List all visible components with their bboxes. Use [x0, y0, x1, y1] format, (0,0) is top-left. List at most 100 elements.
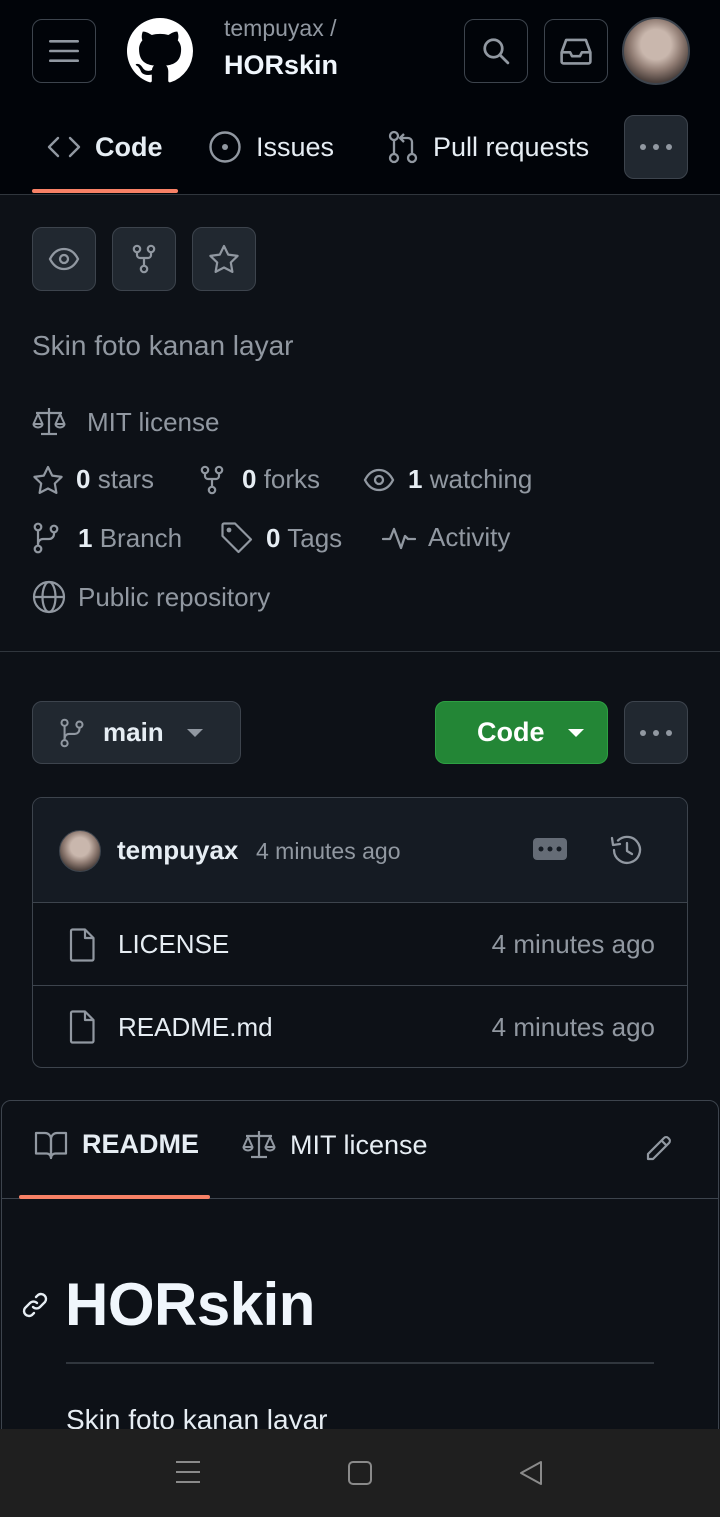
readme-heading: HORskin	[65, 1271, 315, 1338]
pencil-icon	[646, 1136, 671, 1161]
star-button[interactable]	[192, 227, 256, 291]
readme-tabs: README MIT license	[2, 1101, 718, 1199]
heading-rule	[66, 1362, 654, 1364]
repo-owner-link[interactable]: tempuyax /	[224, 15, 337, 42]
watching-label: watching	[429, 464, 533, 494]
git-pull-request-icon	[388, 130, 418, 164]
visibility-label: Public repository	[78, 581, 271, 612]
latest-commit-row: tempuyax 4 minutes ago	[33, 798, 687, 903]
ellipsis-icon	[538, 846, 562, 852]
forks-label: forks	[263, 464, 321, 494]
home-square-icon	[348, 1461, 372, 1485]
license-label: MIT license	[87, 406, 220, 437]
tab-readme-label: README	[82, 1129, 200, 1159]
visibility-info: Public repository	[32, 580, 270, 614]
menu-button[interactable]	[32, 19, 96, 83]
repo-forked-icon	[132, 244, 156, 274]
book-icon	[34, 1131, 68, 1159]
system-navigation-bar	[0, 1429, 720, 1517]
code-icon	[47, 136, 81, 158]
file-browser: tempuyax 4 minutes ago LICENSE 4 minutes…	[32, 797, 688, 1068]
file-row[interactable]: LICENSE 4 minutes ago	[33, 904, 687, 986]
active-tab-indicator	[32, 189, 178, 193]
tab-code[interactable]: Code	[47, 114, 163, 180]
recents-icon	[176, 1461, 200, 1483]
commit-message-toggle[interactable]	[533, 838, 567, 860]
user-avatar[interactable]	[622, 17, 690, 85]
file-time: 4 minutes ago	[491, 929, 655, 959]
fork-button[interactable]	[112, 227, 176, 291]
kebab-horizontal-icon	[640, 729, 672, 736]
home-button[interactable]	[347, 1460, 373, 1486]
repo-name-link[interactable]: HORskin	[224, 50, 338, 81]
recents-button[interactable]	[175, 1459, 201, 1485]
code-dropdown-button[interactable]: Code	[435, 701, 608, 764]
file-name[interactable]: README.md	[118, 1012, 273, 1043]
link-icon	[22, 1292, 48, 1318]
tab-issues-label: Issues	[256, 131, 335, 162]
kebab-horizontal-icon	[640, 144, 672, 150]
file-name[interactable]: LICENSE	[118, 929, 229, 960]
eye-icon	[363, 468, 395, 491]
tags-count: 0	[266, 522, 281, 553]
tab-license-label: MIT license	[290, 1129, 428, 1160]
tab-code-label: Code	[95, 131, 163, 162]
pulse-icon	[382, 527, 416, 549]
code-button-label: Code	[477, 717, 545, 747]
triangle-down-icon	[567, 728, 584, 737]
inbox-button[interactable]	[544, 19, 608, 83]
stars-link[interactable]: 0 stars	[32, 464, 154, 495]
github-logo-icon[interactable]	[127, 18, 193, 84]
branch-selector[interactable]: main	[32, 701, 241, 764]
history-button[interactable]	[609, 833, 645, 867]
commit-author-name[interactable]: tempuyax	[117, 835, 238, 866]
forks-link[interactable]: 0 forks	[200, 464, 320, 495]
forks-count: 0	[242, 464, 257, 494]
file-time: 4 minutes ago	[491, 1011, 655, 1042]
search-icon	[483, 38, 510, 65]
activity-label: Activity	[428, 522, 511, 552]
file-icon	[68, 927, 96, 962]
repo-more-button[interactable]	[624, 701, 688, 764]
issue-opened-icon	[209, 131, 241, 163]
branch-name: main	[103, 717, 164, 747]
eye-icon	[48, 247, 80, 271]
file-icon	[68, 1010, 96, 1044]
tab-license[interactable]: MIT license	[242, 1129, 428, 1161]
tag-icon	[221, 522, 253, 554]
tab-issues[interactable]: Issues	[208, 114, 334, 180]
tab-pull-requests[interactable]: Pull requests	[387, 114, 589, 180]
branch-label: Branch	[99, 522, 183, 553]
star-icon	[33, 465, 63, 494]
heading-anchor-link[interactable]	[20, 1290, 50, 1320]
back-button[interactable]	[518, 1460, 544, 1486]
globe-icon	[32, 580, 66, 614]
license-link[interactable]: MIT license	[32, 406, 219, 438]
tab-readme[interactable]: README	[34, 1129, 199, 1160]
git-branch-icon	[60, 718, 84, 747]
star-icon	[209, 244, 239, 273]
back-triangle-icon	[520, 1461, 542, 1485]
watch-button[interactable]	[32, 227, 96, 291]
law-icon	[32, 408, 66, 436]
branch-count: 1	[78, 522, 93, 553]
hamburger-icon	[49, 40, 79, 62]
edit-readme-button[interactable]	[644, 1133, 674, 1163]
stars-count: 0	[76, 464, 91, 494]
triangle-down-icon	[186, 728, 203, 737]
search-button[interactable]	[464, 19, 528, 83]
activity-link[interactable]: Activity	[382, 522, 510, 553]
watching-count: 1	[408, 464, 423, 494]
file-row[interactable]: README.md 4 minutes ago	[33, 986, 687, 1067]
more-tabs-button[interactable]	[624, 115, 688, 179]
commit-author-avatar[interactable]	[59, 830, 101, 872]
repo-description: Skin foto kanan layar	[32, 330, 294, 361]
history-icon	[610, 835, 642, 865]
tags-link[interactable]: 0 Tags	[220, 522, 342, 554]
repo-forked-icon	[200, 465, 224, 494]
watching-link[interactable]: 1 watching	[362, 464, 532, 495]
branches-link[interactable]: 1 Branch	[32, 522, 182, 554]
tab-pull-requests-label: Pull requests	[433, 131, 590, 162]
inbox-icon	[560, 38, 592, 65]
law-icon	[242, 1131, 276, 1159]
